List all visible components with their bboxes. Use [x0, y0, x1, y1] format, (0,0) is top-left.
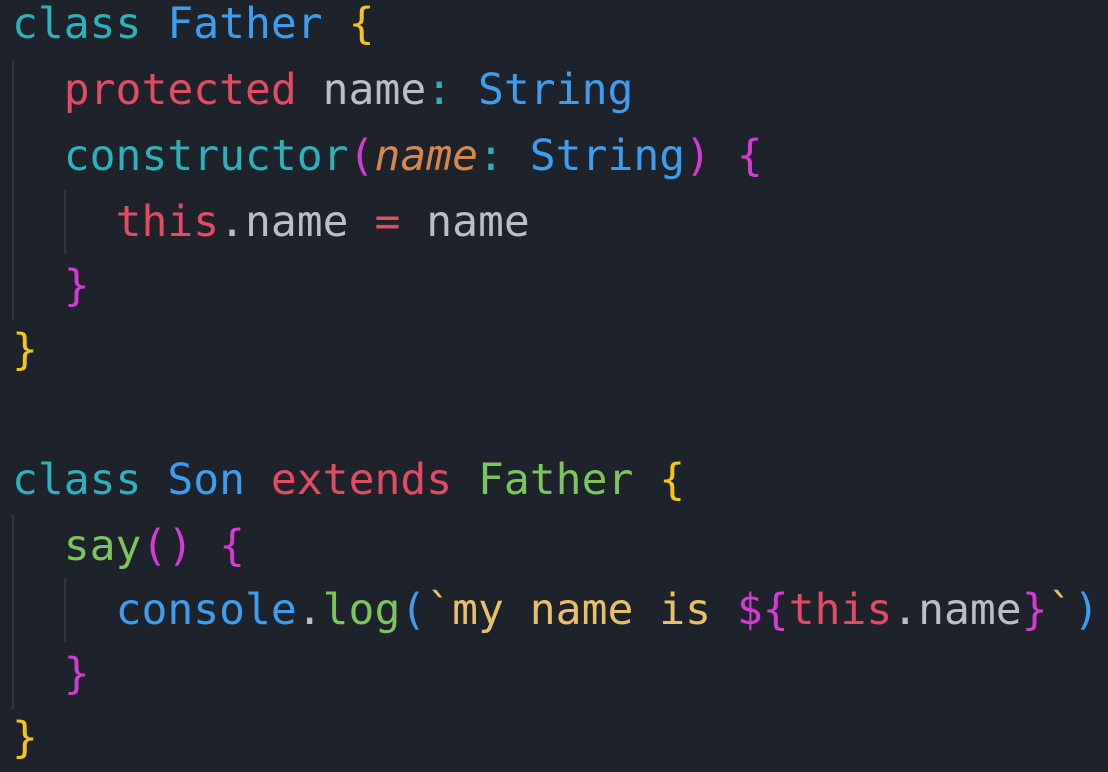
this-keyword: this	[115, 197, 220, 247]
class-name: Son	[167, 455, 246, 505]
code-line-9[interactable]: say() {	[12, 514, 245, 578]
code-line-5[interactable]: }	[12, 254, 90, 318]
string-text: my name is	[452, 585, 737, 635]
superclass-name: Father	[478, 455, 634, 505]
class-name: Father	[167, 0, 323, 49]
value-identifier: name	[426, 197, 530, 247]
brace-open: {	[348, 0, 375, 49]
colon: :	[426, 65, 453, 115]
template-open: ${	[736, 585, 789, 635]
code-editor[interactable]: class Father { protected name: String co…	[0, 0, 1108, 772]
code-line-4[interactable]: this.name = name	[12, 190, 530, 254]
code-line-6[interactable]: }	[12, 318, 38, 382]
code-line-12[interactable]: }	[12, 706, 38, 770]
paren-close: )	[1073, 585, 1100, 635]
keyword-protected: protected	[63, 65, 297, 115]
code-line-10[interactable]: console.log(`my name is ${this.name}`)	[12, 578, 1100, 642]
property-name: name	[245, 197, 349, 247]
assign-operator: =	[374, 197, 401, 247]
dot: .	[296, 585, 323, 635]
keyword-class: class	[12, 0, 142, 49]
method-name: say	[63, 521, 142, 571]
code-line-1[interactable]: class Father {	[12, 0, 374, 56]
parameter-name: name	[374, 131, 479, 181]
type-annotation: String	[529, 131, 686, 181]
this-keyword: this	[788, 585, 893, 635]
brace-close: }	[63, 649, 90, 699]
brace-open: {	[219, 521, 246, 571]
paren-open: (	[348, 131, 375, 181]
template-close: }	[1021, 585, 1048, 635]
dot: .	[892, 585, 919, 635]
type-annotation: String	[478, 65, 634, 115]
parens: ()	[141, 521, 194, 571]
backtick: `	[1047, 585, 1074, 635]
console-object: console	[115, 585, 297, 635]
brace-close: }	[12, 713, 38, 763]
brace-open: {	[736, 131, 763, 181]
log-method: log	[322, 585, 401, 635]
code-line-8[interactable]: class Son extends Father {	[12, 448, 685, 512]
dot: .	[219, 197, 246, 247]
brace-open: {	[659, 455, 686, 505]
property-name: name	[322, 65, 427, 115]
paren-close: )	[685, 131, 712, 181]
keyword-class: class	[12, 455, 142, 505]
constructor-keyword: constructor	[63, 131, 349, 181]
keyword-extends: extends	[270, 455, 453, 505]
brace-close: }	[63, 261, 90, 311]
colon: :	[478, 131, 504, 181]
code-line-2[interactable]: protected name: String	[12, 58, 634, 122]
property-name: name	[918, 585, 1022, 635]
code-line-3[interactable]: constructor(name: String) {	[12, 124, 763, 188]
code-line-11[interactable]: }	[12, 642, 90, 706]
brace-close: }	[12, 325, 38, 375]
backtick: `	[426, 585, 453, 635]
paren-open: (	[400, 585, 427, 635]
